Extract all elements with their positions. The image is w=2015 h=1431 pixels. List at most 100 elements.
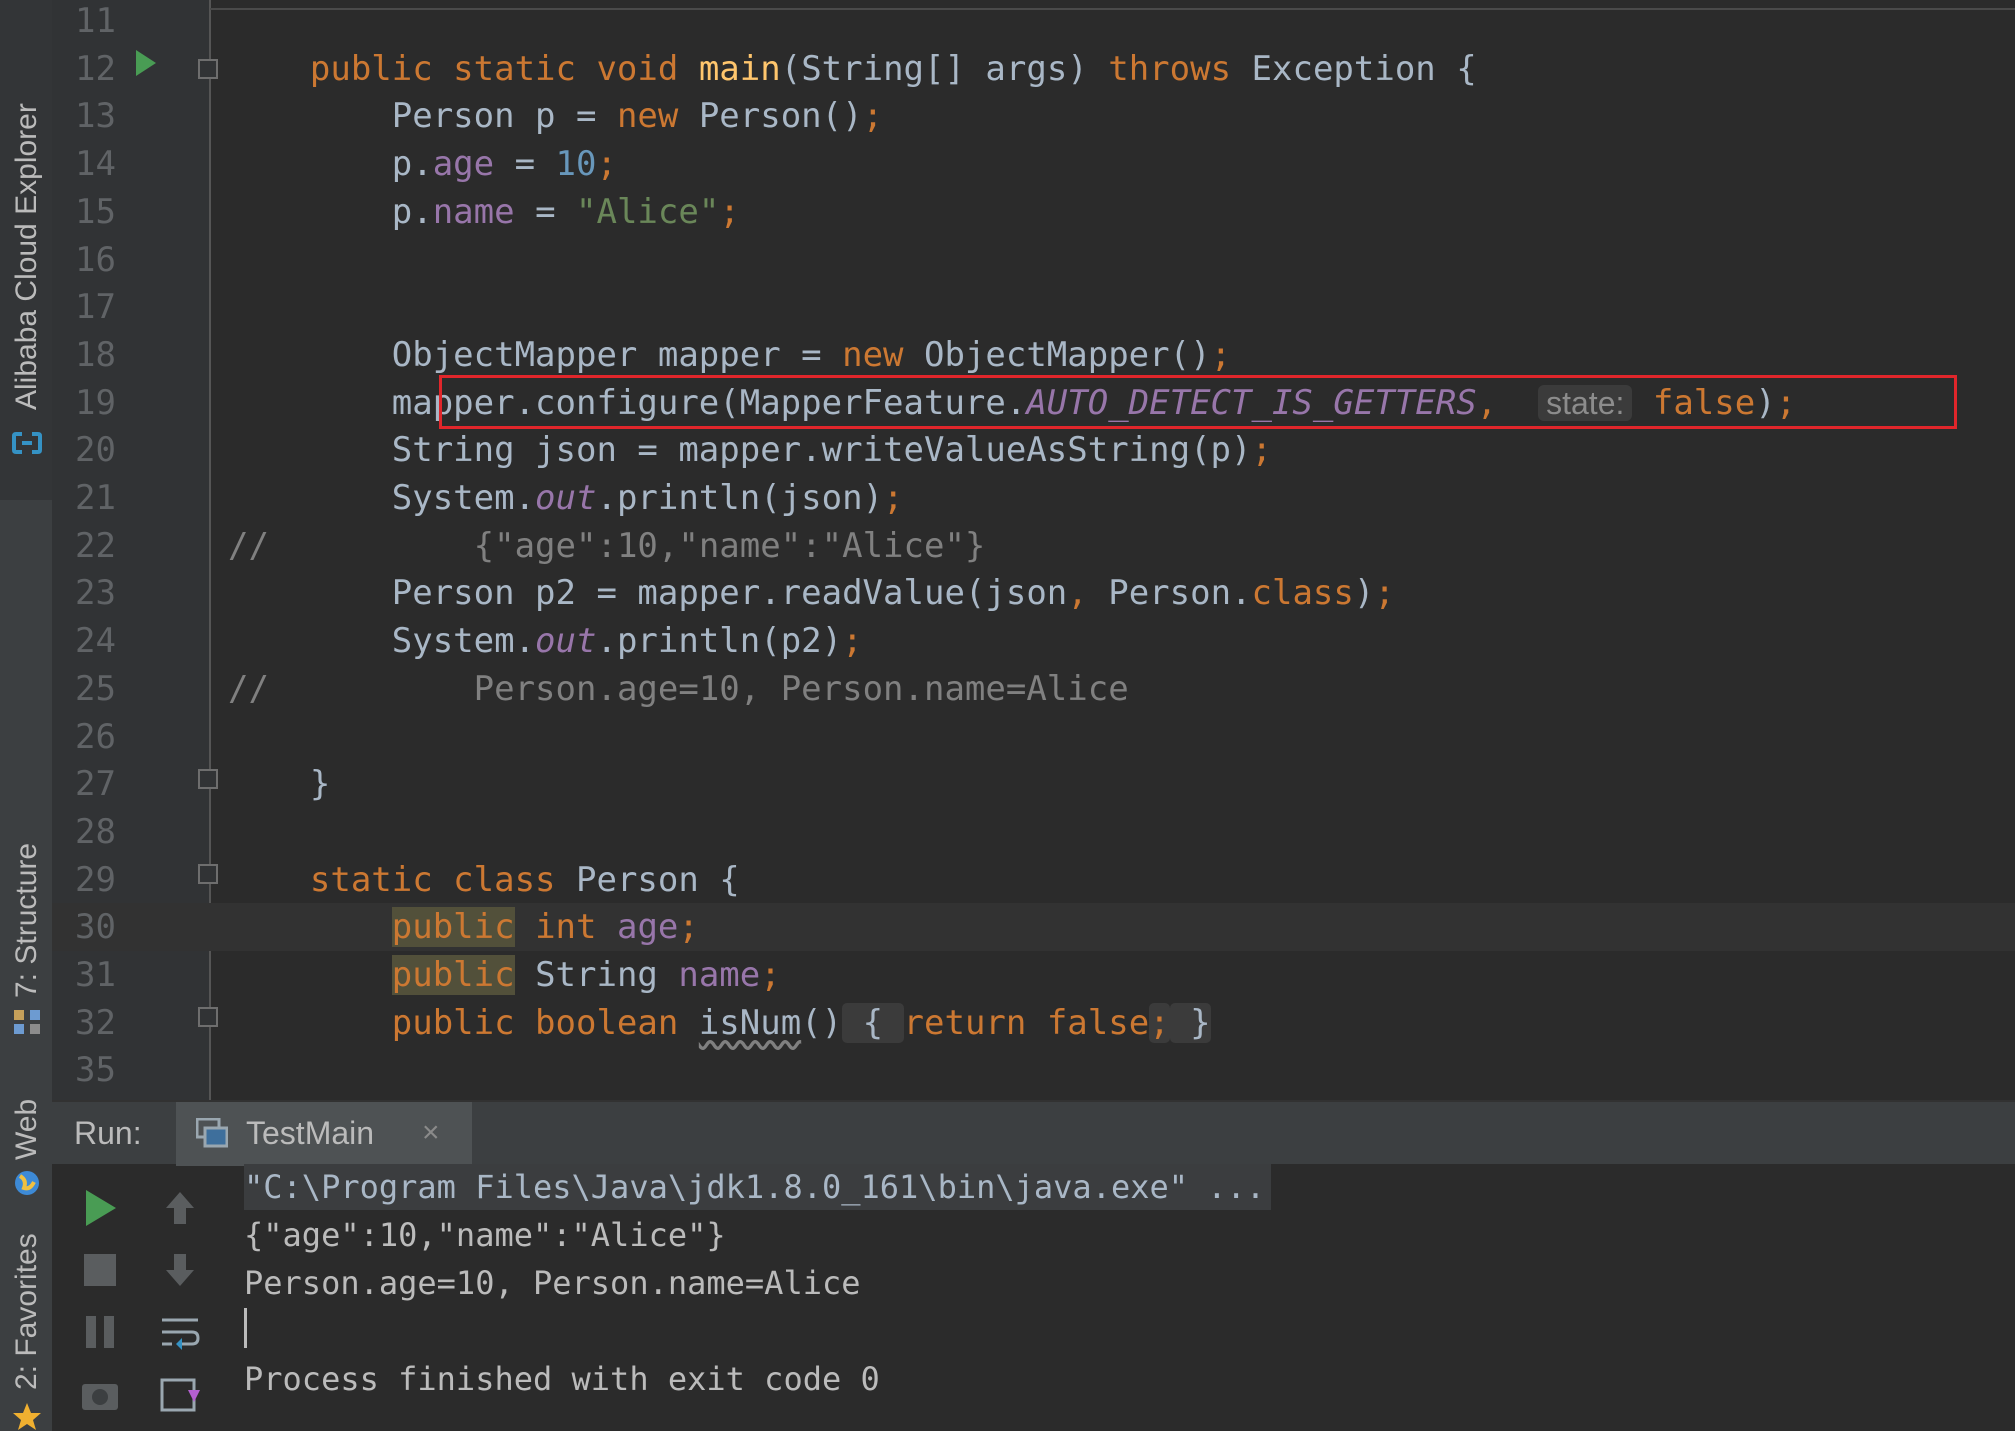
close-icon[interactable]: ×	[422, 1112, 440, 1154]
code-line[interactable]: 20 String json = mapper.writeValueAsStri…	[52, 426, 2015, 474]
fold-icon[interactable]	[198, 59, 218, 79]
code-line[interactable]: 32 public boolean isNum() { return false…	[52, 999, 2015, 1047]
structure-icon	[14, 1010, 40, 1034]
code-token: isNum	[698, 1003, 802, 1043]
code-line[interactable]: 29 static class Person {	[52, 856, 2015, 904]
code-line[interactable]: 11	[52, 0, 2015, 45]
code-text: // Person.age=10, Person.name=Alice	[228, 665, 1129, 713]
console-line-person: Person.age=10, Person.name=Alice	[244, 1264, 861, 1302]
code-line[interactable]: 28	[52, 808, 2015, 856]
stop-icon[interactable]	[78, 1248, 122, 1292]
code-token: class	[1251, 573, 1354, 613]
code-token: System.	[228, 478, 536, 518]
console-icon	[196, 1118, 228, 1148]
code-token: main	[698, 49, 781, 89]
line-number: 14	[75, 144, 116, 184]
code-token: age	[432, 144, 495, 184]
code-token: =	[494, 144, 556, 184]
line-number: 26	[75, 717, 116, 757]
code-token: ;	[678, 907, 699, 947]
tab-testmain[interactable]: TestMain ×	[176, 1102, 472, 1166]
code-token: 10	[555, 144, 597, 184]
down-arrow-icon[interactable]	[158, 1248, 202, 1292]
code-token: {"age":10,"name":"Alice"}	[268, 526, 986, 566]
code-token: ;	[883, 478, 904, 518]
code-line[interactable]: 25 // Person.age=10, Person.name=Alice	[52, 665, 2015, 713]
code-line[interactable]: 22 // {"age":10,"name":"Alice"}	[52, 522, 2015, 570]
web-icon	[15, 1171, 39, 1195]
tab-structure[interactable]: 7: Structure	[0, 830, 52, 1050]
code-line[interactable]: 31 public String name;	[52, 951, 2015, 999]
code-token: Exception {	[1231, 49, 1477, 89]
code-line[interactable]: 16	[52, 236, 2015, 284]
line-number: 12	[75, 49, 116, 89]
code-line[interactable]: 23 Person p2 = mapper.readValue(json, Pe…	[52, 569, 2015, 617]
run-gutter-icon[interactable]	[136, 50, 156, 76]
code-line[interactable]: 15 p.name = "Alice";	[52, 188, 2015, 236]
code-line[interactable]: 18 ObjectMapper mapper = new ObjectMappe…	[52, 331, 2015, 379]
code-token: =	[514, 192, 577, 232]
code-line[interactable]: 14 p.age = 10;	[52, 140, 2015, 188]
run-toolbar	[52, 1164, 222, 1431]
tab-web-label: Web	[10, 1098, 43, 1160]
tab-alibaba-cloud-explorer[interactable]: Alibaba Cloud Explorer	[0, 0, 52, 500]
scroll-to-end-icon[interactable]	[158, 1372, 202, 1416]
code-line[interactable]: 12 public static void main(String[] args…	[52, 45, 2015, 93]
code-line[interactable]: 21 System.out.println(json);	[52, 474, 2015, 522]
console-caret	[244, 1308, 247, 1348]
tab-favorites[interactable]: 2: Favorites	[0, 1230, 52, 1431]
code-token: public static void	[309, 49, 699, 89]
console-line-exit: Process finished with exit code 0	[244, 1360, 880, 1398]
soft-wrap-icon[interactable]	[158, 1310, 202, 1354]
code-line[interactable]: 26	[52, 713, 2015, 761]
code-editor[interactable]: 11 12 public static void main(String[] ar…	[52, 0, 2015, 1100]
code-token: Person.	[1087, 573, 1252, 613]
line-number: 17	[75, 287, 116, 327]
tab-alibaba-cloud-explorer-label: Alibaba Cloud Explorer	[10, 103, 43, 410]
code-token: ;	[1251, 430, 1272, 470]
alibaba-cloud-icon	[12, 432, 42, 454]
code-line[interactable]: 13 Person p = new Person();	[52, 92, 2015, 140]
tab-testmain-label: TestMain	[246, 1115, 375, 1151]
pause-icon[interactable]	[78, 1310, 122, 1354]
code-token: .println(json)	[596, 478, 884, 518]
fold-icon[interactable]	[198, 864, 218, 884]
line-number: 22	[75, 526, 116, 566]
code-text: Person p = new Person();	[228, 92, 883, 140]
code-token: name	[432, 192, 515, 232]
code-text: p.age = 10;	[228, 140, 617, 188]
fold-icon[interactable]	[198, 769, 218, 789]
code-token: ObjectMapper mapper =	[228, 335, 843, 375]
code-line[interactable]: 35	[52, 1046, 2015, 1094]
code-token: .println(p2)	[596, 621, 843, 661]
line-number: 31	[75, 955, 116, 995]
line-number: 32	[75, 1003, 116, 1043]
code-token: ;	[1210, 335, 1232, 375]
line-number: 35	[75, 1050, 116, 1090]
camera-icon[interactable]	[78, 1372, 122, 1416]
code-token: ;	[596, 144, 617, 184]
up-arrow-icon[interactable]	[158, 1186, 202, 1230]
code-line[interactable]: 24 System.out.println(p2);	[52, 617, 2015, 665]
code-token: age	[616, 907, 679, 947]
line-number: 24	[75, 621, 116, 661]
code-token: String	[514, 955, 679, 995]
code-token: )	[1353, 573, 1375, 613]
fold-icon[interactable]	[198, 1007, 218, 1027]
code-token: ;	[719, 192, 740, 232]
line-number: 18	[75, 335, 116, 375]
code-token: int	[535, 907, 597, 947]
code-line[interactable]: 30 public int age;	[52, 903, 2015, 951]
code-token: throws	[1108, 49, 1232, 89]
tab-web[interactable]: Web	[0, 1080, 52, 1210]
code-line[interactable]: 27 }	[52, 760, 2015, 808]
run-icon[interactable]	[78, 1186, 122, 1230]
run-tool-window: Run: TestMain × "C:\Program Files\Java\j…	[52, 1100, 2015, 1431]
run-header: Run: TestMain ×	[52, 1100, 2015, 1166]
code-token: "Alice"	[576, 192, 720, 232]
code-line[interactable]: 17	[52, 283, 2015, 331]
